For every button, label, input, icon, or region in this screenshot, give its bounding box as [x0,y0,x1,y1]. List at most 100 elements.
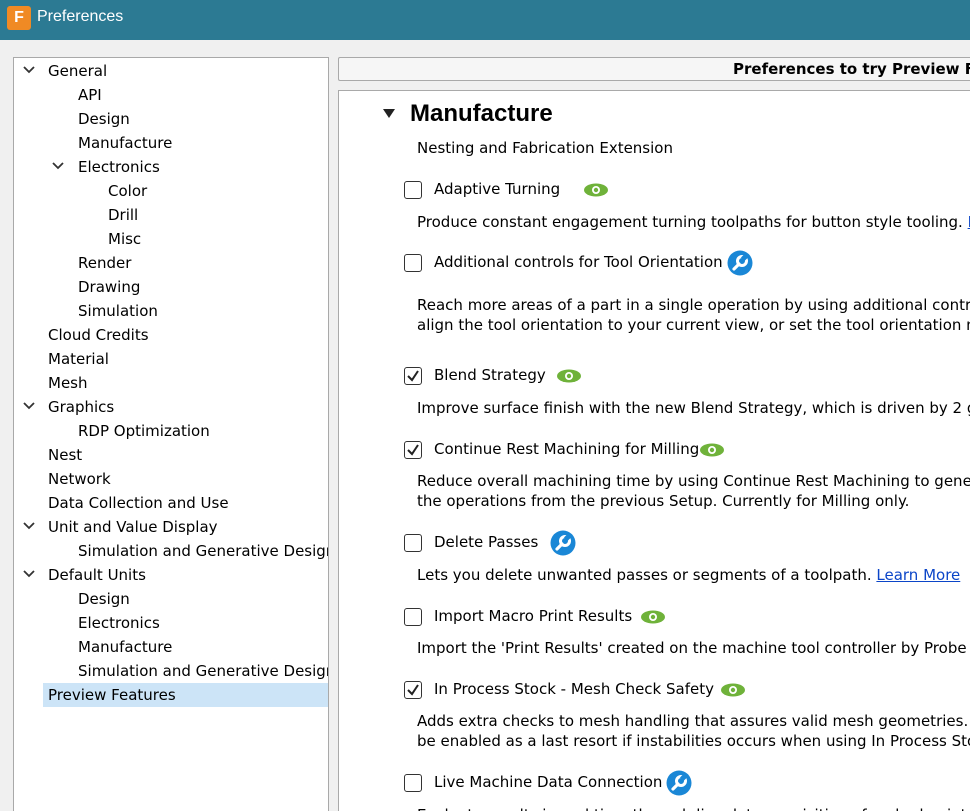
feature-label[interactable]: Blend Strategy [434,366,546,384]
tree-item[interactable]: Manufacture [14,131,328,155]
tree-item[interactable]: Render [14,251,328,275]
feature-description: Produce constant engagement turning tool… [417,212,970,232]
tree-item[interactable]: Data Collection and Use [14,491,328,515]
tree-item-label: API [78,86,102,104]
tree-item-label: Manufacture [78,134,173,152]
eye-icon [699,443,725,461]
tree-item[interactable]: Drill [14,203,328,227]
tree-item[interactable]: Mesh [14,371,328,395]
tree-item[interactable]: Nest [14,443,328,467]
preferences-tree[interactable]: General API Design Manufacture Electronics Co… [13,57,329,811]
tree-item[interactable]: Design [14,587,328,611]
tree-item[interactable]: Electronics [14,155,328,179]
tree-item[interactable]: Default Units [14,563,328,587]
eye-icon [583,183,609,201]
checkmark-icon [407,684,419,696]
feature-checkbox[interactable] [404,181,422,199]
tree-item-label: Mesh [48,374,88,392]
chevron-down-icon[interactable] [23,515,37,539]
tree-item[interactable]: Unit and Value Display [14,515,328,539]
feature-description-text: Reach more areas of a part in a single o… [417,296,970,314]
feature-description-text: the operations from the previous Setup. … [417,492,910,510]
tree-item[interactable]: Material [14,347,328,371]
chevron-down-icon[interactable] [23,395,37,419]
feature-checkbox[interactable] [404,774,422,792]
tree-item[interactable]: General [14,59,328,83]
feature-description-text: Lets you delete unwanted passes or segme… [417,566,877,584]
feature-checkbox[interactable] [404,367,422,385]
chevron-down-icon[interactable] [23,563,37,587]
checkmark-icon [407,444,419,456]
feature-description-text: be enabled as a last resort if instabili… [417,732,970,750]
tree-item-label: RDP Optimization [78,422,210,440]
tree-item-label: Unit and Value Display [48,518,218,536]
tree-item-label: Misc [108,230,142,248]
feature-label[interactable]: In Process Stock - Mesh Check Safety [434,680,714,698]
tree-item[interactable]: RDP Optimization [14,419,328,443]
section-subtitle: Nesting and Fabrication Extension [417,139,673,157]
eye-icon [556,369,582,387]
wrench-icon [727,250,753,280]
feature-label[interactable]: Adaptive Turning [434,180,560,198]
feature-description-text: Produce constant engagement turning tool… [417,213,968,231]
feature-description: align the tool orientation to your curre… [417,315,970,335]
feature-label[interactable]: Continue Rest Machining for Milling [434,440,699,458]
feature-description: be enabled as a last resort if instabili… [417,731,970,751]
tree-item[interactable]: Misc [14,227,328,251]
feature-label[interactable]: Live Machine Data Connection [434,773,662,791]
tree-item[interactable]: Preview Features [43,683,328,707]
tree-item[interactable]: Network [14,467,328,491]
tree-item-label: Manufacture [78,638,173,656]
feature-description: Adds extra checks to mesh handling that … [417,711,970,731]
collapse-triangle-icon[interactable] [383,109,395,119]
feature-checkbox[interactable] [404,608,422,626]
feature-description: Lets you delete unwanted passes or segme… [417,565,960,585]
tree-item[interactable]: Cloud Credits [14,323,328,347]
tree-item[interactable]: Electronics [14,611,328,635]
feature-checkbox[interactable] [404,254,422,272]
learn-more-link[interactable]: Learn More [876,566,960,584]
feature-description: Reduce overall machining time by using C… [417,471,970,491]
feature-description: the operations from the previous Setup. … [417,491,909,511]
app-icon: F [7,6,31,30]
feature-description-text: Reduce overall machining time by using C… [417,472,970,490]
eye-icon [640,610,666,628]
feature-description-text: Adds extra checks to mesh handling that … [417,712,970,730]
feature-description: Reach more areas of a part in a single o… [417,295,970,315]
feature-description-text: align the tool orientation to your curre… [417,316,970,334]
title-bar: F Preferences [0,0,970,40]
tree-item-label: Cloud Credits [48,326,149,344]
chevron-down-icon[interactable] [23,59,37,83]
chevron-down-icon[interactable] [52,155,66,179]
tree-item-label: Simulation [78,302,158,320]
tree-item-label: Simulation and Generative Design [78,662,329,680]
feature-checkbox[interactable] [404,681,422,699]
tree-item[interactable]: Drawing [14,275,328,299]
tree-item[interactable]: Color [14,179,328,203]
tree-item-label: Preview Features [48,686,176,704]
tree-item-label: Data Collection and Use [48,494,229,512]
tree-item[interactable]: Simulation and Generative Design [14,659,328,683]
tree-item[interactable]: Graphics [14,395,328,419]
tree-item-label: Graphics [48,398,115,416]
preview-features-panel[interactable]: Manufacture Nesting and Fabrication Exte… [338,90,970,811]
feature-description-text: Import the 'Print Results' created on th… [417,639,970,657]
feature-label[interactable]: Delete Passes [434,533,538,551]
feature-label[interactable]: Import Macro Print Results [434,607,632,625]
tree-item[interactable]: Design [14,107,328,131]
eye-icon [720,683,746,701]
tree-item-label: Design [78,110,130,128]
feature-description: Improve surface finish with the new Blen… [417,398,970,418]
tree-item[interactable]: Simulation and Generative Design [14,539,328,563]
feature-checkbox[interactable] [404,534,422,552]
tree-item[interactable]: API [14,83,328,107]
tree-item-label: Drill [108,206,139,224]
section-title: Manufacture [410,100,553,127]
feature-label[interactable]: Additional controls for Tool Orientation [434,253,723,271]
tree-item[interactable]: Simulation [14,299,328,323]
tree-item-label: Design [78,590,130,608]
panel-header-text: Preferences to try Preview Fe [733,60,970,78]
feature-checkbox[interactable] [404,441,422,459]
wrench-icon [666,770,692,800]
tree-item[interactable]: Manufacture [14,635,328,659]
